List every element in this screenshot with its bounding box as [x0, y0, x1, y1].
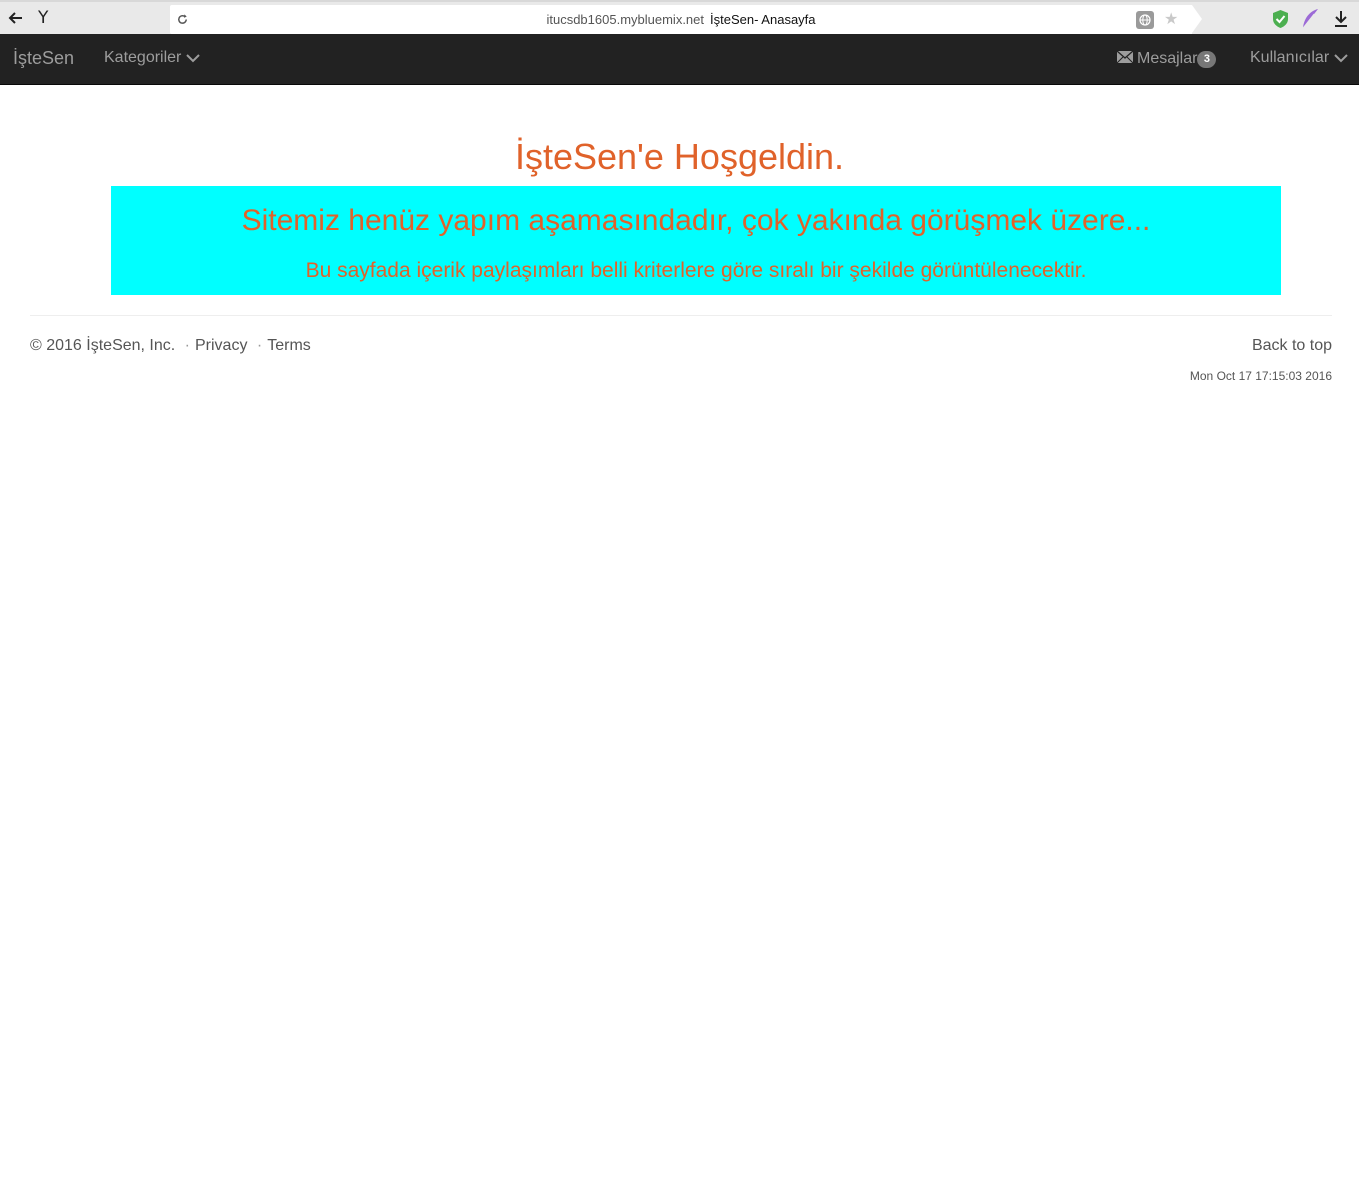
address-bar[interactable]: itucsdb1605.mybluemix.net İşteSen- Anasay…: [170, 5, 1202, 34]
shield-icon[interactable]: [1271, 9, 1290, 29]
address-text: itucsdb1605.mybluemix.net İşteSen- Anasay…: [170, 12, 1192, 27]
footer-links: © 2016 İşteSen, Inc. · Privacy · Terms: [30, 337, 311, 355]
feather-icon[interactable]: [1300, 8, 1320, 30]
nav-kullanicilar-dropdown[interactable]: Kullanıcılar: [1250, 49, 1348, 67]
back-to-top-link[interactable]: Back to top: [1252, 337, 1332, 355]
browser-logo[interactable]: Y: [38, 8, 48, 28]
footer-separator: ·: [256, 337, 263, 354]
envelope-icon: [1117, 51, 1133, 63]
nav-mesajlar-link[interactable]: Mesajlar 3: [1117, 49, 1217, 68]
terms-link[interactable]: Terms: [267, 337, 311, 354]
url-domain: itucsdb1605.mybluemix.net: [546, 12, 704, 27]
translate-icon[interactable]: [1136, 11, 1154, 29]
nav-kullanicilar-label: Kullanıcılar: [1250, 49, 1330, 66]
welcome-heading: İşteSen'e Hoşgeldin.: [514, 136, 845, 177]
site-navbar: İşteSen Kategoriler Mesajlar 3 Kullanıcı…: [0, 34, 1359, 85]
messages-count-badge: 3: [1197, 51, 1217, 68]
nav-kategoriler-label: Kategoriler: [104, 49, 182, 66]
chevron-down-icon: [186, 53, 201, 62]
browser-toolbar: Y itucsdb1605.mybluemix.net İşteSen- Anas…: [0, 0, 1359, 34]
back-arrow-icon[interactable]: [6, 8, 26, 28]
site-brand[interactable]: İşteSen: [13, 48, 74, 69]
star-icon[interactable]: ★: [1164, 9, 1178, 29]
notice-text: Bu sayfada içerik paylaşımları belli kri…: [305, 259, 1087, 282]
notice-heading: Sitemiz henüz yapım aşamasındadır, çok y…: [241, 204, 1151, 237]
chevron-down-icon: [1334, 53, 1348, 62]
tab-title: İşteSen- Anasayfa: [710, 12, 816, 27]
download-icon[interactable]: [1333, 10, 1349, 28]
nav-mesajlar-label: Mesajlar: [1137, 49, 1198, 67]
server-timestamp: Mon Oct 17 17:15:03 2016: [1189, 369, 1332, 383]
construction-notice: Sitemiz henüz yapım aşamasındadır, çok y…: [111, 186, 1281, 295]
privacy-link[interactable]: Privacy: [195, 337, 247, 354]
footer-separator: ·: [184, 337, 190, 354]
nav-kategoriler-dropdown[interactable]: Kategoriler: [104, 49, 201, 67]
footer-divider: [30, 315, 1332, 316]
copyright-text: © 2016 İşteSen, Inc.: [30, 337, 176, 354]
